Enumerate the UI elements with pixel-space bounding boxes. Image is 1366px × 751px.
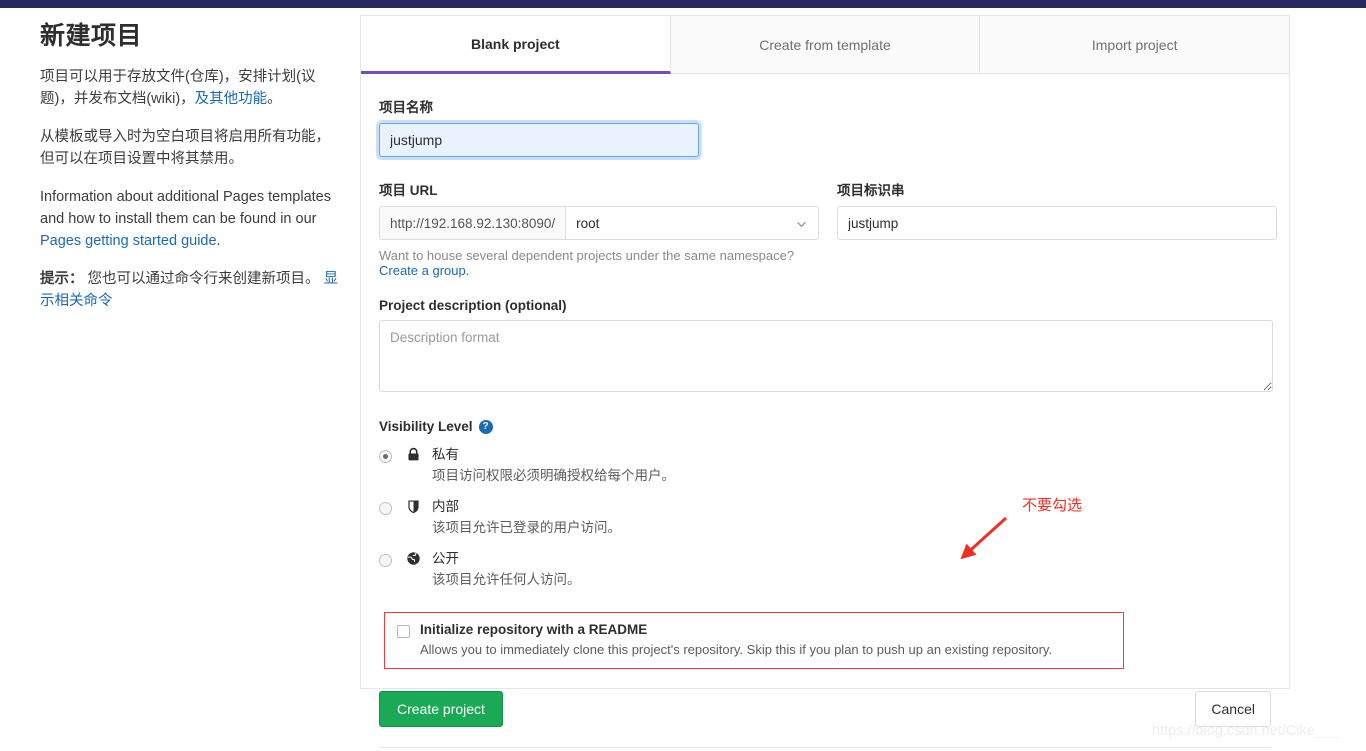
intro-tip-text: 您也可以通过命令行来创建新项目。: [83, 271, 324, 287]
namespace-select[interactable]: root: [565, 206, 819, 240]
top-navigation-bar: [0, 0, 1366, 8]
visibility-public-title: 公开: [432, 551, 459, 566]
visibility-option-internal[interactable]: 内部 该项目允许已登录的用户访问。: [379, 498, 1271, 538]
initialize-readme-checkbox[interactable]: [397, 625, 410, 638]
intro-paragraph-1-text-b: 。: [267, 91, 282, 107]
intro-paragraph-2: 从模板或导入时为空白项目将启用所有功能，但可以在项目设置中将其禁用。: [40, 129, 330, 167]
cancel-button[interactable]: Cancel: [1195, 691, 1271, 727]
project-name-field-group: 项目名称: [379, 96, 699, 157]
visibility-option-public[interactable]: 公开 该项目允许任何人访问。: [379, 550, 1271, 590]
question-mark-icon[interactable]: ?: [478, 419, 493, 434]
create-a-group-link[interactable]: Create a group.: [379, 263, 469, 278]
tab-import-project-label: Import project: [1091, 36, 1178, 53]
arrow-down-left-icon: [960, 516, 1008, 560]
new-project-form: 项目名称 项目 URL http://192.168.92.130:8090/ …: [361, 74, 1289, 748]
project-url-prefix: http://192.168.92.130:8090/: [379, 206, 566, 240]
namespace-select-value: root: [576, 215, 600, 231]
project-slug-input[interactable]: [837, 206, 1277, 240]
form-actions: Create project Cancel: [379, 691, 1271, 748]
project-type-tabs: Blank project Create from template Impor…: [361, 16, 1290, 74]
intro-paragraph-1: 项目可以用于存放文件(仓库)，安排计划(议题)，并发布文档(wiki)，及其他功…: [40, 66, 340, 110]
project-description-label: Project description (optional): [379, 298, 567, 313]
visibility-internal-text: 内部 该项目允许已登录的用户访问。: [432, 498, 621, 538]
radio-public[interactable]: [379, 554, 392, 567]
namespace-helper: Want to house several dependent projects…: [379, 248, 819, 278]
radio-private[interactable]: [379, 450, 392, 463]
visibility-internal-title: 内部: [432, 499, 459, 514]
tab-create-from-template-label: Create from template: [759, 36, 891, 53]
project-description-textarea[interactable]: [379, 320, 1273, 392]
project-slug-label: 项目标识串: [837, 183, 905, 198]
pages-getting-started-link[interactable]: Pages getting started guide: [40, 233, 217, 249]
readme-option-title: Initialize repository with a README: [420, 622, 648, 637]
project-name-input[interactable]: [379, 123, 699, 157]
project-name-label: 项目名称: [379, 100, 433, 115]
visibility-private-description: 项目访问权限必须明确授权给每个用户。: [432, 468, 675, 483]
intro-tip: 提示： 您也可以通过命令行来创建新项目。 显示相关命令: [40, 268, 340, 312]
create-project-button[interactable]: Create project: [379, 691, 503, 727]
project-url-input-group: http://192.168.92.130:8090/ root: [379, 206, 819, 240]
visibility-private-title: 私有: [432, 447, 459, 462]
visibility-level-label: Visibility Level: [379, 419, 473, 434]
intro-paragraph-3-text-b: .: [216, 233, 221, 249]
page-root: 新建项目 项目可以用于存放文件(仓库)，安排计划(议题)，并发布文档(wiki)…: [0, 0, 1366, 751]
project-slug-field-group: 项目标识串: [837, 179, 1277, 278]
readme-option-description: Allows you to immediately clone this pro…: [420, 642, 1053, 657]
project-url-field-group: 项目 URL http://192.168.92.130:8090/ root …: [379, 179, 819, 278]
namespace-helper-text: Want to house several dependent projects…: [379, 248, 795, 263]
visibility-public-text: 公开 该项目允许任何人访问。: [432, 550, 581, 590]
tab-import-project[interactable]: Import project: [980, 16, 1290, 73]
globe-icon: [406, 550, 422, 590]
page-title: 新建项目: [40, 22, 143, 50]
readme-option-text: Initialize repository with a README Allo…: [420, 622, 1052, 657]
radio-internal[interactable]: [379, 502, 392, 515]
intro-paragraph-3-text-a: Information about additional Pages templ…: [40, 189, 331, 227]
visibility-private-text: 私有 项目访问权限必须明确授权给每个用户。: [432, 446, 675, 486]
lock-icon: [406, 446, 422, 486]
visibility-public-description: 该项目允许任何人访问。: [432, 572, 581, 587]
visibility-option-private[interactable]: 私有 项目访问权限必须明确授权给每个用户。: [379, 446, 1271, 486]
shield-icon: [406, 498, 422, 538]
visibility-level-header: Visibility Level ?: [379, 419, 1271, 434]
project-url-label: 项目 URL: [379, 183, 438, 198]
annotation-text: 不要勾选: [1022, 496, 1083, 514]
tab-blank-project-label: Blank project: [470, 35, 560, 52]
intro-tip-label: 提示：: [40, 271, 84, 287]
intro-paragraph-3: Information about additional Pages templ…: [40, 186, 340, 252]
chevron-down-icon: [797, 222, 806, 227]
project-description-field-group: Project description (optional): [379, 298, 1273, 397]
readme-option-box: Initialize repository with a README Allo…: [384, 612, 1124, 669]
other-features-link[interactable]: 及其他功能: [195, 91, 268, 107]
url-slug-row: 项目 URL http://192.168.92.130:8090/ root …: [379, 179, 1277, 278]
watermark: https://blog.csdn.net/Cike___: [1152, 723, 1340, 739]
new-project-panel: Blank project Create from template Impor…: [360, 15, 1290, 748]
visibility-internal-description: 该项目允许已登录的用户访问。: [432, 520, 621, 535]
intro-panel: 新建项目 项目可以用于存放文件(仓库)，安排计划(议题)，并发布文档(wiki)…: [40, 16, 340, 312]
tab-create-from-template[interactable]: Create from template: [670, 16, 981, 73]
tab-blank-project[interactable]: Blank project: [361, 16, 671, 74]
